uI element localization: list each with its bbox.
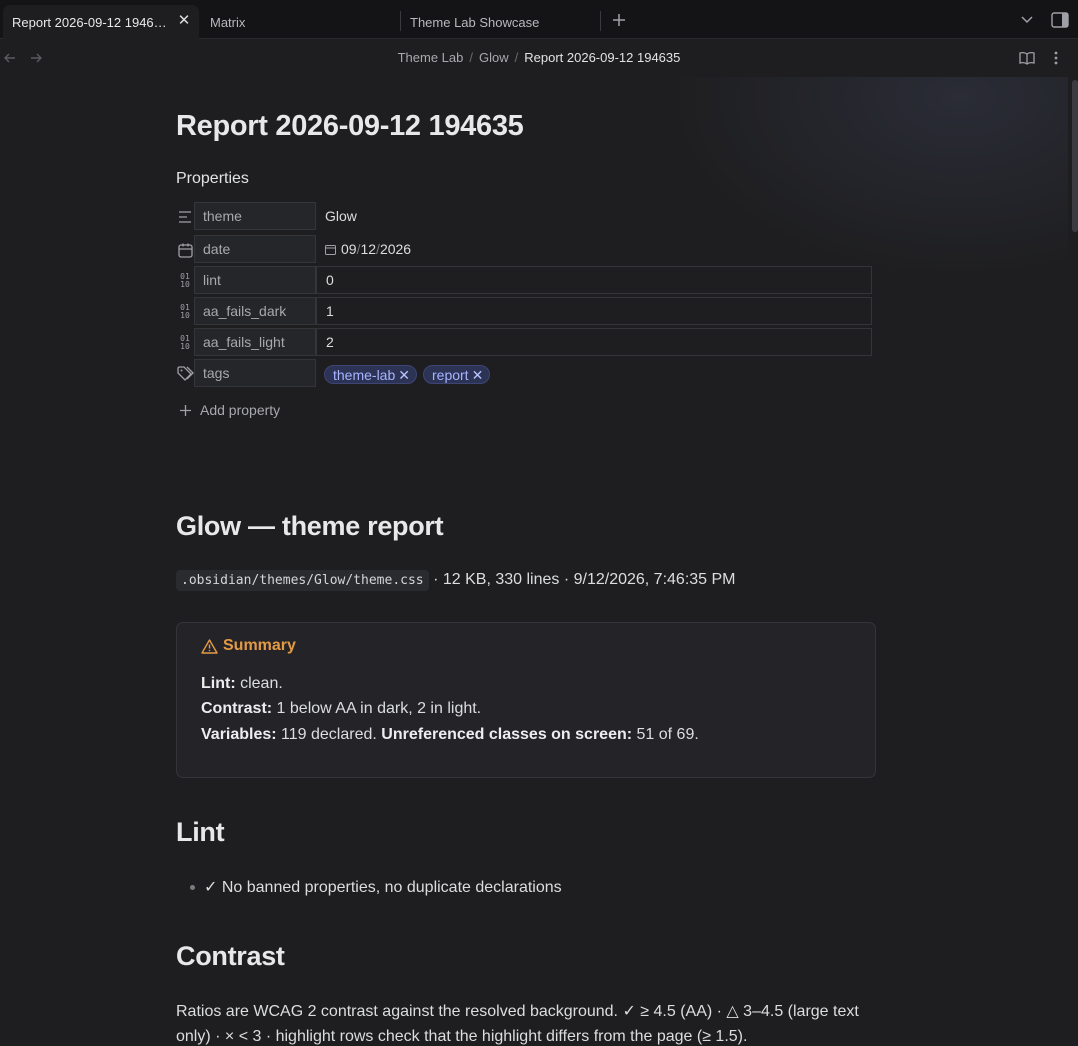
heading-contrast[interactable]: Contrast: [176, 941, 285, 972]
number-icon[interactable]: 01 10: [176, 334, 194, 352]
tab-label: Matrix: [210, 14, 246, 30]
add-property-button[interactable]: Add property: [179, 402, 280, 418]
property-value[interactable]: 0: [316, 266, 872, 294]
heading-theme-report[interactable]: Glow — theme report: [176, 511, 444, 542]
callout-lint-line: Lint: clean.: [201, 675, 283, 693]
bullet-dot: [190, 884, 195, 890]
breadcrumb-current[interactable]: Report 2026-09-12 194635: [524, 50, 680, 65]
more-options-icon[interactable]: [1047, 49, 1065, 67]
tag-label: report: [432, 366, 469, 383]
variables-value: 119 declared.: [276, 726, 382, 743]
scrollbar[interactable]: [1072, 80, 1078, 232]
property-aa-fails-dark: 01 10 aa_fails_dark 1: [176, 297, 872, 325]
close-icon[interactable]: ✕: [177, 13, 191, 29]
number-icon[interactable]: 01 10: [176, 272, 194, 290]
tags-icon[interactable]: [176, 365, 194, 383]
date-input[interactable]: 09/12/2026: [316, 235, 411, 263]
remove-tag-icon[interactable]: ✕: [472, 367, 484, 383]
sidebar-toggle-icon[interactable]: [1050, 10, 1070, 30]
property-key[interactable]: aa_fails_dark: [194, 297, 316, 325]
tag-pill[interactable]: theme-lab ✕: [324, 364, 417, 384]
contrast-value: 1 below AA in dark, 2 in light.: [272, 700, 482, 717]
tab-label: Theme Lab Showcase: [410, 14, 540, 30]
text-lines-icon[interactable]: [176, 208, 194, 226]
breadcrumb: Theme Lab / Glow / Report 2026-09-12 194635: [0, 50, 1078, 65]
calendar-small-icon: [325, 244, 336, 255]
breadcrumb-item[interactable]: Theme Lab: [398, 50, 464, 65]
unreferenced-label: Unreferenced classes on screen:: [381, 726, 633, 743]
property-key[interactable]: date: [194, 235, 316, 263]
lint-label: Lint:: [201, 675, 236, 692]
list-item[interactable]: ✓ No banned properties, no duplicate dec…: [190, 877, 562, 897]
lint-value: clean.: [235, 675, 283, 692]
breadcrumb-separator: /: [469, 50, 473, 65]
callout-contrast-line: Contrast: 1 below AA in dark, 2 in light…: [201, 700, 481, 718]
add-property-label: Add property: [200, 402, 281, 418]
property-key[interactable]: theme: [194, 202, 316, 230]
callout-variables-line: Variables: 119 declared. Unreferenced cl…: [201, 726, 699, 744]
variables-label: Variables:: [201, 726, 277, 743]
date-day[interactable]: 12: [360, 235, 376, 263]
reading-view-book-icon[interactable]: [1018, 49, 1036, 67]
date-month[interactable]: 09: [341, 235, 357, 263]
property-value[interactable]: 2: [316, 328, 872, 356]
remove-tag-icon[interactable]: ✕: [398, 367, 410, 383]
chevron-down-icon[interactable]: [1018, 11, 1036, 29]
tag-pill[interactable]: report ✕: [423, 364, 491, 384]
tab-matrix[interactable]: Matrix: [201, 5, 399, 39]
tab-bar: Report 2026-09-12 1946… ✕ Matrix Theme L…: [0, 0, 1078, 39]
heading-lint[interactable]: Lint: [176, 817, 225, 848]
breadcrumb-item[interactable]: Glow: [479, 50, 509, 65]
tab-theme-lab-showcase[interactable]: Theme Lab Showcase: [401, 5, 599, 39]
property-key[interactable]: lint: [194, 266, 316, 294]
property-lint: 01 10 lint 0: [176, 266, 872, 294]
tags-value[interactable]: theme-lab ✕ report ✕: [316, 359, 496, 387]
tag-label: theme-lab: [333, 366, 396, 383]
number-icon[interactable]: 01 10: [176, 303, 194, 321]
property-value[interactable]: Glow: [316, 202, 357, 230]
unreferenced-value: 51 of 69.: [632, 726, 699, 743]
nav-bar: Theme Lab / Glow / Report 2026-09-12 194635: [0, 39, 1078, 77]
file-meta-line[interactable]: .obsidian/themes/Glow/theme.css · 12 KB,…: [176, 570, 736, 591]
breadcrumb-separator: /: [514, 50, 519, 65]
property-key[interactable]: aa_fails_light: [194, 328, 316, 356]
tab-label: Report 2026-09-12 1946…: [12, 14, 167, 30]
contrast-label: Contrast:: [201, 700, 273, 717]
note-content[interactable]: Report 2026-09-12 194635 Properties them…: [0, 77, 1068, 1046]
property-theme: theme Glow: [176, 202, 872, 230]
callout-title: Summary: [201, 637, 296, 655]
properties-heading[interactable]: Properties: [176, 170, 249, 188]
tab-divider: [600, 11, 601, 31]
property-date: date 09/12/2026: [176, 235, 872, 263]
warning-triangle-icon: [201, 638, 218, 654]
contrast-paragraph[interactable]: Ratios are WCAG 2 contrast against the r…: [176, 999, 876, 1046]
property-aa-fails-light: 01 10 aa_fails_light 2: [176, 328, 872, 356]
tab-report[interactable]: Report 2026-09-12 1946… ✕: [3, 5, 199, 39]
property-value[interactable]: 1: [316, 297, 872, 325]
date-year[interactable]: 2026: [380, 235, 411, 263]
plus-icon: [180, 404, 191, 416]
file-meta-details: · 12 KB, 330 lines · 9/12/2026, 7:46:35 …: [428, 571, 736, 588]
property-tags: tags theme-lab ✕ report ✕: [176, 359, 872, 387]
new-tab-plus-icon[interactable]: [609, 10, 629, 30]
summary-callout[interactable]: Summary Lint: clean. Contrast: 1 below A…: [176, 622, 876, 778]
callout-title-text: Summary: [223, 637, 296, 654]
note-title[interactable]: Report 2026-09-12 194635: [176, 110, 524, 143]
property-key[interactable]: tags: [194, 359, 316, 387]
calendar-icon[interactable]: [176, 241, 194, 259]
theme-file-path[interactable]: .obsidian/themes/Glow/theme.css: [176, 570, 429, 591]
list-item-text: ✓ No banned properties, no duplicate dec…: [204, 879, 562, 896]
